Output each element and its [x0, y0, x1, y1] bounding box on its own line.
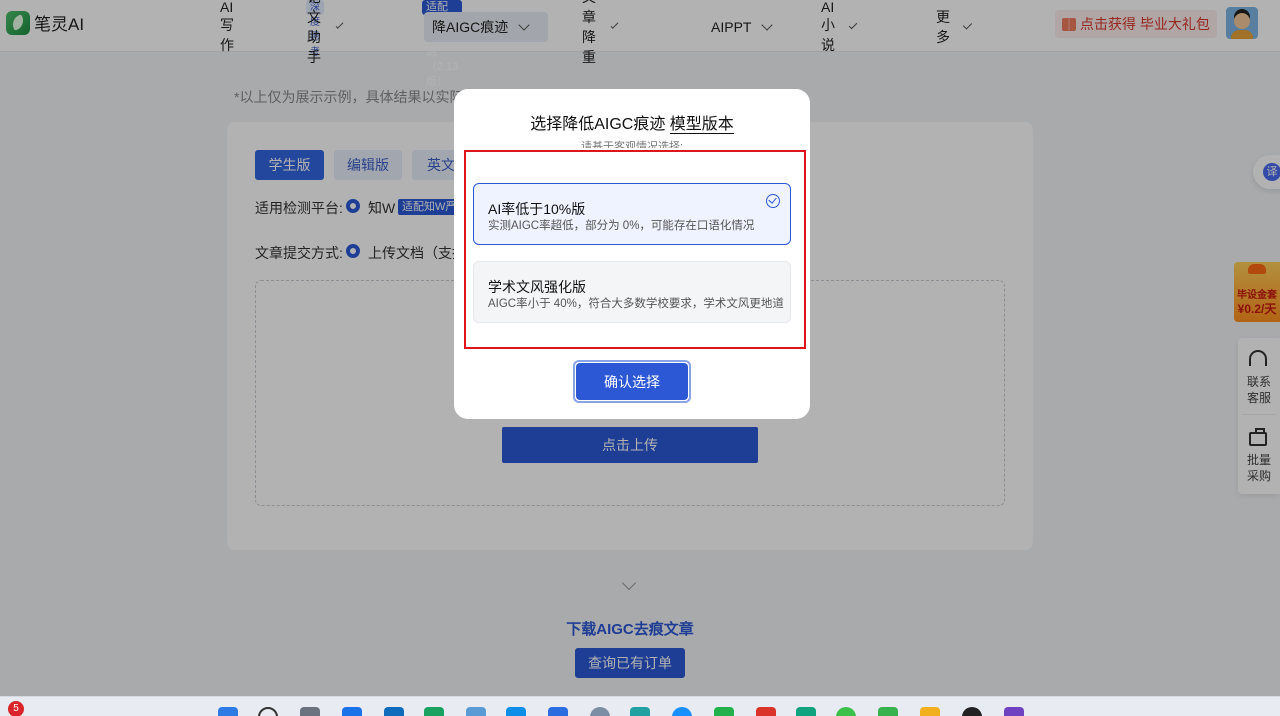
highlight-box	[464, 150, 806, 349]
app-icon[interactable]	[756, 707, 776, 716]
search-icon[interactable]	[258, 707, 278, 716]
confirm-button[interactable]: 确认选择	[576, 363, 688, 400]
app-icon[interactable]	[672, 707, 692, 716]
app-icon[interactable]	[878, 707, 898, 716]
app-icon[interactable]	[714, 707, 734, 716]
dialog-title: 选择降低AIGC痕迹 模型版本	[454, 110, 810, 134]
app-icon[interactable]	[466, 707, 486, 716]
browser-icon[interactable]	[506, 707, 526, 716]
app-icon[interactable]	[424, 707, 444, 716]
app-icon[interactable]	[590, 707, 610, 716]
app-icon[interactable]	[548, 707, 568, 716]
dialog-title-emphasis: 模型版本	[669, 116, 734, 134]
dialog-subtitle: 请基于客观情况选择:	[580, 141, 684, 148]
app-icon[interactable]	[836, 707, 856, 716]
app-icon[interactable]	[384, 707, 404, 716]
task-view-icon[interactable]	[300, 707, 320, 716]
app-icon[interactable]	[796, 707, 816, 716]
app-icon[interactable]	[1004, 707, 1024, 716]
os-taskbar: 5	[0, 696, 1280, 716]
folder-icon[interactable]	[920, 707, 940, 716]
dialog-title-prefix: 选择降低AIGC痕迹	[530, 116, 666, 133]
app-icon[interactable]	[630, 707, 650, 716]
start-menu-icon[interactable]	[218, 707, 238, 716]
app-icon[interactable]	[962, 707, 982, 716]
app-icon[interactable]	[342, 707, 362, 716]
notification-badge[interactable]: 5	[8, 701, 24, 716]
